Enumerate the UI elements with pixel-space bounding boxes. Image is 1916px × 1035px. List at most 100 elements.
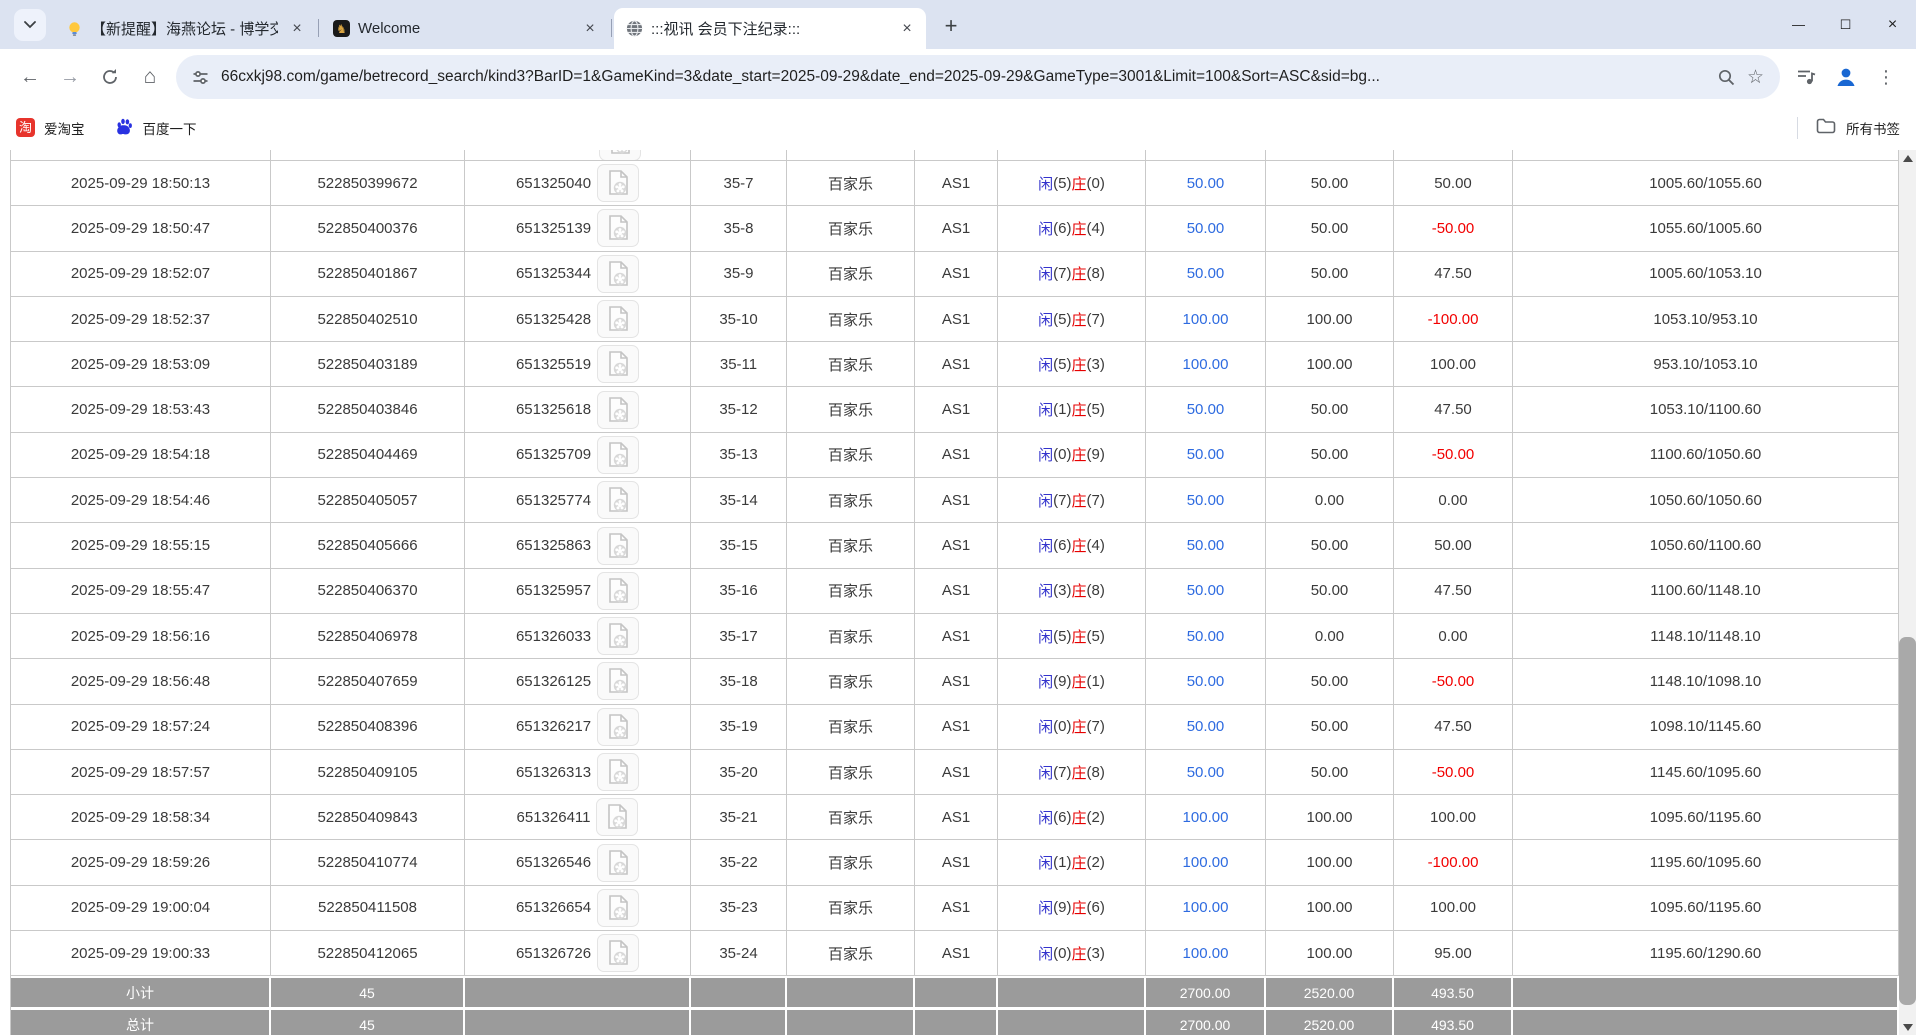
cell-account: AS1 [915, 161, 998, 206]
cell-bet-amount-link[interactable]: 100.00 [1146, 296, 1266, 342]
tab-close-icon[interactable]: × [286, 18, 308, 40]
player-points: (7) [1053, 763, 1072, 781]
video-icon-button[interactable] [597, 843, 640, 882]
video-icon-button[interactable] [597, 888, 640, 927]
tab-close-icon[interactable]: × [579, 18, 601, 40]
maximize-button[interactable]: ☐ [1822, 0, 1869, 49]
cell-bet-amount-link[interactable]: 100.00 [1146, 795, 1266, 840]
cell-bet-amount-link[interactable]: 50.00 [1146, 432, 1266, 478]
close-window-button[interactable]: × [1869, 0, 1916, 49]
media-controls-button[interactable] [1786, 57, 1826, 97]
cell-account: AS1 [915, 342, 998, 387]
cell-result-detail: 闲 (7) 庄 (8) [998, 749, 1146, 795]
tab-search-button[interactable] [14, 9, 46, 41]
bookmark-star-icon[interactable]: ☆ [1747, 66, 1764, 89]
video-icon-button[interactable] [597, 571, 640, 610]
cell-bet-amount-link[interactable]: 100.00 [1146, 840, 1266, 885]
baidu-paw-icon [115, 117, 134, 139]
scrollbar-thumb[interactable] [1899, 637, 1916, 1005]
zoom-icon[interactable] [1718, 69, 1735, 86]
video-icon-button[interactable] [597, 164, 640, 203]
game-id-text: 651326654 [515, 899, 592, 917]
cell-balance: 1055.60/1005.60 [1513, 206, 1899, 251]
all-bookmarks-label: 所有书签 [1846, 121, 1900, 137]
player-label: 闲 [1038, 809, 1054, 827]
cell-balance: 1195.60/1290.60 [1513, 931, 1899, 976]
video-icon-button[interactable] [597, 934, 640, 973]
media-playlist-icon [1797, 70, 1815, 85]
video-icon-button[interactable] [597, 526, 640, 565]
cell-result-detail: 闲 (1) 庄 (2) [998, 840, 1146, 885]
site-info-icon[interactable] [192, 69, 209, 86]
cell-bet-amount-link[interactable]: 100.00 [1146, 342, 1266, 387]
minimize-button[interactable]: — [1775, 0, 1822, 49]
new-tab-button[interactable]: + [934, 9, 968, 43]
total-row: 总计 45 2700.00 2520.00 493.50 [11, 1010, 1899, 1035]
video-icon-button[interactable] [597, 617, 640, 656]
tab-bet-records-active[interactable]: :::视讯 会员下注纪录::: × [614, 8, 926, 49]
cell-bet-amount-link[interactable]: 100.00 [1146, 885, 1266, 931]
cell-bet-amount-link[interactable]: 50.00 [1146, 704, 1266, 749]
game-id-text: 651325139 [515, 219, 592, 237]
scroll-down-arrow[interactable] [1899, 1019, 1916, 1035]
bookmark-baidu[interactable]: 百度一下 [115, 117, 197, 139]
cell-bet-amount-link[interactable]: 50.00 [1146, 568, 1266, 613]
footer-count: 45 [271, 978, 465, 1008]
cell-game-id: 651325344 [465, 251, 691, 296]
vertical-scrollbar[interactable] [1899, 150, 1916, 1035]
video-icon-button[interactable] [597, 209, 640, 248]
back-button[interactable]: ← [10, 57, 50, 97]
cell-win-loss: -50.00 [1394, 749, 1513, 795]
cell-valid-amount: 100.00 [1266, 795, 1394, 840]
cell-bet-amount-link[interactable]: 50.00 [1146, 206, 1266, 251]
tab-forum[interactable]: 【新提醒】海燕论坛 - 博学交流 × [54, 8, 316, 49]
cell-bet-amount-link[interactable]: 50.00 [1146, 613, 1266, 659]
cell-bet-amount-link[interactable]: 50.00 [1146, 659, 1266, 704]
video-icon-button[interactable] [597, 300, 640, 339]
cell-win-loss: 47.50 [1394, 704, 1513, 749]
cell-bet-amount-link[interactable]: 50.00 [1146, 478, 1266, 523]
video-icon-button[interactable] [597, 435, 640, 474]
home-button[interactable]: ⌂ [130, 57, 170, 97]
player-points: (6) [1053, 537, 1072, 555]
menu-kebab-icon[interactable]: ⋮ [1866, 57, 1906, 97]
bookmark-aitaobao[interactable]: 淘 爱淘宝 [16, 118, 85, 138]
cell-valid-amount: 100.00 [1266, 840, 1394, 885]
address-bar[interactable]: 66cxkj98.com/game/betrecord_search/kind3… [176, 55, 1780, 99]
tab-welcome[interactable]: ♞ Welcome × [321, 8, 609, 49]
cell-valid-amount: 0.00 [1266, 613, 1394, 659]
cell-round: 35-13 [691, 432, 787, 478]
video-icon-button[interactable] [596, 798, 639, 837]
video-icon-button[interactable] [597, 254, 640, 293]
cell-bet-amount-link[interactable]: 50.00 [1146, 251, 1266, 296]
tab-close-icon[interactable]: × [896, 18, 918, 40]
cell-valid-amount: 50.00 [1266, 432, 1394, 478]
video-icon-button[interactable] [597, 662, 640, 701]
video-icon-button[interactable] [597, 753, 640, 791]
forward-button[interactable]: → [50, 57, 90, 97]
profile-avatar[interactable] [1826, 57, 1866, 97]
video-icon-button[interactable] [597, 481, 640, 520]
table-row: 2025-09-29 18:58:34 522850409843 651326411… [11, 795, 1899, 841]
cell-bet-amount-link[interactable]: 50.00 [1146, 523, 1266, 568]
all-bookmarks-button[interactable]: 所有书签 [1797, 116, 1900, 139]
game-id-text: 651325040 [515, 174, 592, 192]
video-icon-button[interactable] [597, 345, 640, 384]
cell-win-loss: 100.00 [1394, 795, 1513, 840]
video-icon-button[interactable] [597, 390, 640, 429]
player-label: 闲 [1038, 628, 1054, 646]
cell-result-detail: 闲 (6) 庄 (4) [998, 206, 1146, 251]
cell-valid-amount: 100.00 [1266, 296, 1394, 342]
cell-bet-amount-link[interactable]: 50.00 [1146, 161, 1266, 206]
cell-bet-amount-link[interactable]: 100.00 [1146, 931, 1266, 976]
cell-balance: 1005.60/1053.10 [1513, 251, 1899, 296]
cell-bet-amount-link[interactable]: 50.00 [1146, 387, 1266, 432]
player-label: 闲 [1038, 673, 1054, 691]
cell-result-detail: 闲 (6) 庄 (2) [998, 795, 1146, 840]
footer-empty-cell [691, 978, 787, 1008]
cell-bet-amount-link[interactable]: 50.00 [1146, 749, 1266, 795]
scroll-up-arrow[interactable] [1899, 150, 1916, 166]
reload-button[interactable] [90, 57, 130, 97]
video-icon-button[interactable] [599, 150, 641, 160]
video-icon-button[interactable] [597, 707, 640, 746]
